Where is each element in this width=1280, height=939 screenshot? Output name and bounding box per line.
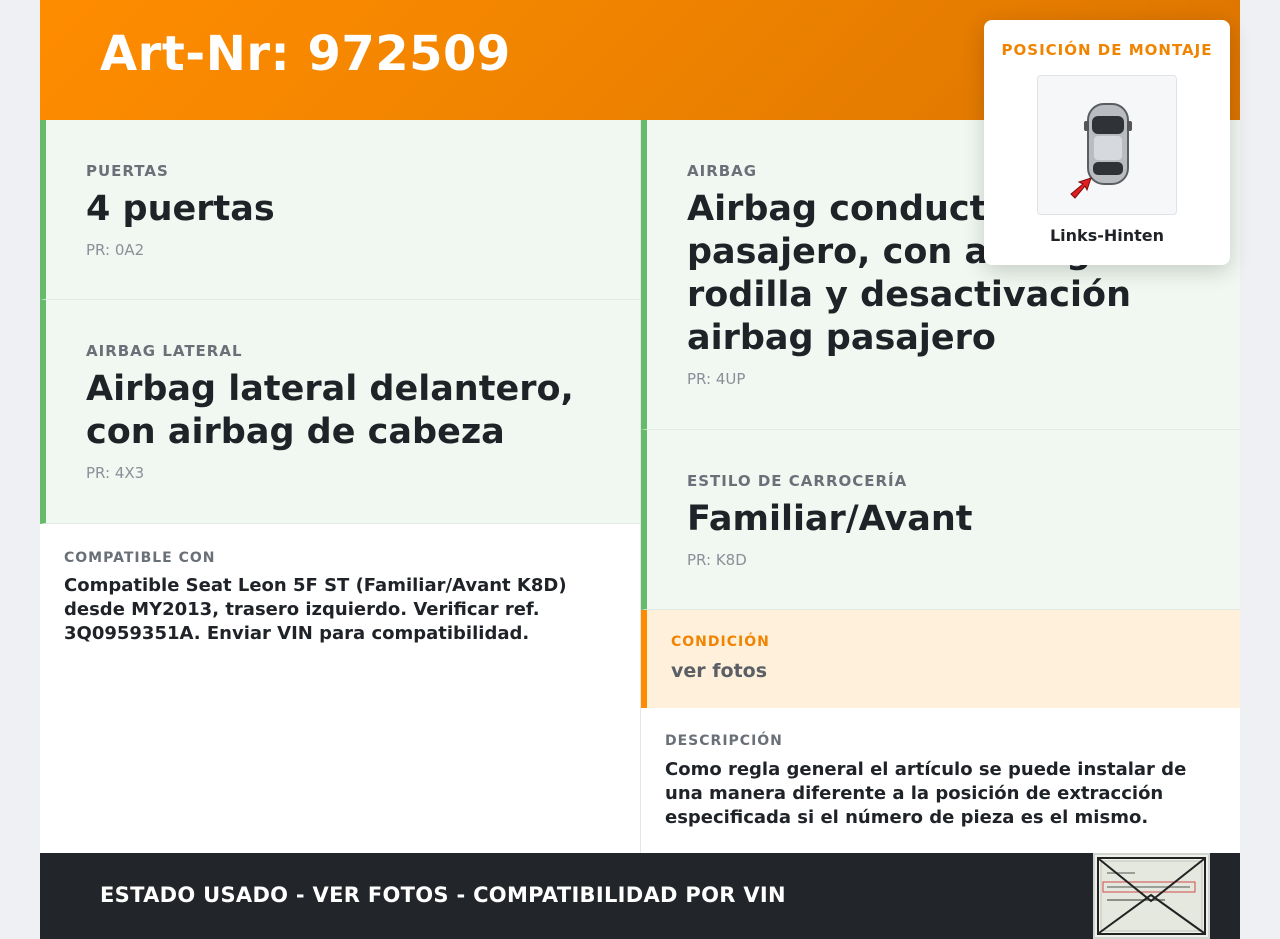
description-label: DESCRIPCIÓN (665, 733, 783, 749)
body-style-value: Familiar/Avant (687, 499, 973, 539)
condition-text: ver fotos (671, 660, 768, 682)
footer-text: ESTADO USADO - VER FOTOS - COMPATIBILIDA… (100, 883, 786, 907)
mounting-position-value: Links-Hinten (1049, 226, 1165, 245)
car-top-view-icon (1037, 75, 1177, 215)
article-number-title: Art-Nr: 972509 (100, 26, 511, 82)
doors-card: PUERTAS 4 puertas PR: 0A2 (40, 120, 640, 300)
doors-pr-code: PR: 0A2 (86, 241, 145, 259)
body-style-card: ESTILO DE CARROCERÍA Familiar/Avant PR: … (641, 430, 1240, 610)
doors-value: 4 puertas (86, 189, 275, 229)
description-section: DESCRIPCIÓN Como regla general el artícu… (641, 708, 1240, 853)
side-airbag-label: AIRBAG LATERAL (86, 342, 243, 360)
side-airbag-pr-code: PR: 4X3 (86, 464, 145, 482)
description-text: Como regla general el artículo se puede … (665, 759, 1187, 828)
side-airbag-card: AIRBAG LATERAL Airbag lateral delantero,… (40, 300, 640, 524)
envelope-photo-icon[interactable] (1093, 853, 1210, 939)
compatible-text: Compatible Seat Leon 5F ST (Familiar/Ava… (64, 575, 567, 644)
mounting-position-card: POSICIÓN DE MONTAJE Links-Hinten (984, 20, 1230, 265)
compatible-section: COMPATIBLE CON Compatible Seat Leon 5F S… (40, 524, 640, 853)
condition-box: CONDICIÓN ver fotos (641, 610, 1240, 708)
condition-label: CONDICIÓN (671, 634, 770, 650)
side-airbag-value: Airbag lateral delantero, con airbag de … (86, 369, 574, 452)
airbag-pr-code: PR: 4UP (687, 370, 746, 388)
compatible-label: COMPATIBLE CON (64, 550, 216, 566)
airbag-label: AIRBAG (687, 162, 758, 180)
mounting-position-title: POSICIÓN DE MONTAJE (1001, 41, 1213, 59)
doors-label: PUERTAS (86, 162, 169, 180)
footer-bar: ESTADO USADO - VER FOTOS - COMPATIBILIDA… (40, 853, 1240, 939)
body-style-pr-code: PR: K8D (687, 551, 747, 569)
body-style-label: ESTILO DE CARROCERÍA (687, 472, 908, 490)
left-column: PUERTAS 4 puertas PR: 0A2 AIRBAG LATERAL… (40, 120, 640, 853)
